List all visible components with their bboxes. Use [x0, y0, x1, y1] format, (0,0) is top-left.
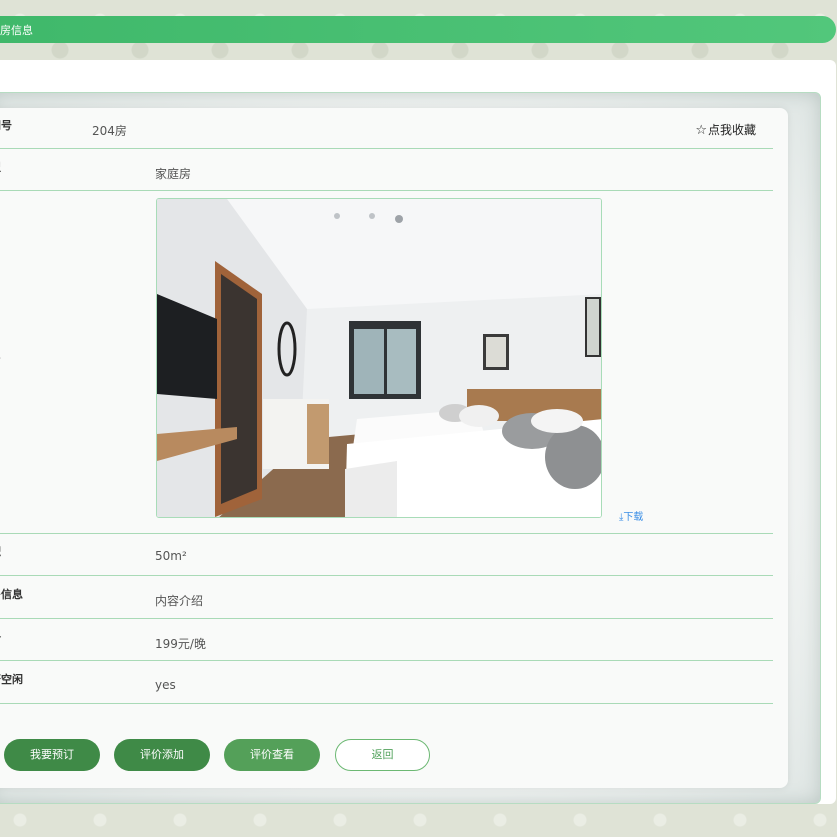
back-button[interactable]: 返回 — [335, 739, 430, 771]
room-number-row: 间号 204房 ☆点我收藏 — [0, 108, 773, 149]
favorite-label: 点我收藏 — [707, 123, 756, 137]
room-type-value: 家庭房 — [155, 167, 192, 181]
room-photo — [156, 198, 602, 518]
price-label: 格 — [0, 628, 1, 644]
price-value: 199元/晚 — [155, 637, 206, 651]
area-row: 积 50m² — [0, 534, 773, 576]
page-header-bar: 房信息 — [0, 16, 836, 43]
room-info-label: 房信息 — [0, 588, 23, 601]
room-info-value: 内容介绍 — [155, 594, 204, 608]
area-value: 50m² — [155, 549, 187, 563]
download-link[interactable]: ⤓下载 — [619, 508, 643, 523]
room-type-row: 型 家庭房 — [0, 149, 773, 191]
room-type-label: 型 — [0, 159, 1, 175]
page-title: 房信息 — [0, 24, 33, 37]
favorite-button[interactable]: ☆点我收藏 — [695, 121, 756, 138]
book-button[interactable]: 我要预订 — [4, 739, 100, 771]
room-number-value: 204房 — [92, 124, 127, 138]
view-reviews-button[interactable]: 评价查看 — [224, 739, 320, 771]
room-photo-image — [157, 199, 601, 517]
room-photo-label: 片 — [0, 352, 1, 368]
download-label: 下载 — [623, 512, 644, 523]
availability-row: 否空闲 yes — [0, 661, 773, 704]
add-review-button[interactable]: 评价添加 — [114, 739, 210, 771]
price-row: 格 199元/晚 — [0, 619, 773, 661]
availability-value: yes — [155, 678, 176, 692]
room-info-row: 房信息 内容介绍 — [0, 576, 773, 619]
area-label: 积 — [0, 543, 1, 559]
star-outline-icon: ☆ — [695, 123, 707, 138]
availability-label: 否空闲 — [0, 673, 23, 686]
room-number-label: 间号 — [0, 119, 12, 132]
